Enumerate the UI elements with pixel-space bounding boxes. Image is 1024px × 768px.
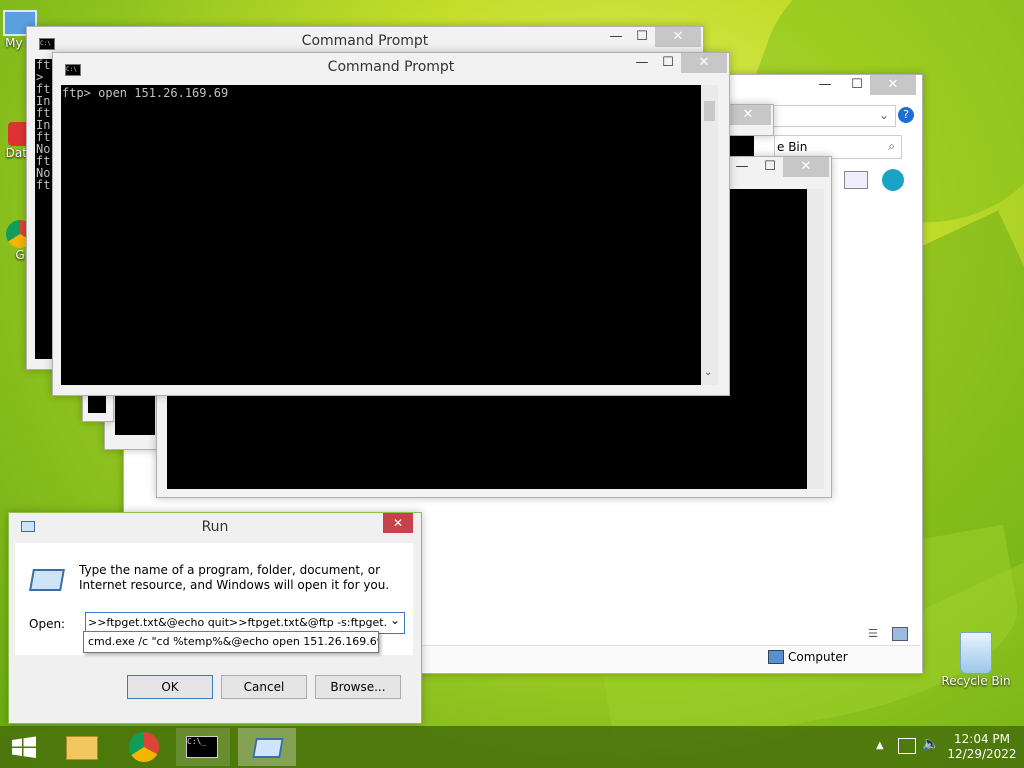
desktop-icon-recycle-bin[interactable]: Recycle Bin	[938, 632, 1014, 688]
open-input-text: >>ftpget.txt&@echo quit>>ftpget.txt&@ftp…	[88, 616, 392, 629]
windows-logo-icon	[12, 736, 36, 758]
address-dropdown[interactable]: ⌄	[764, 105, 896, 127]
mail-icon[interactable]	[844, 171, 868, 189]
recycle-bin-icon	[960, 632, 992, 674]
close-button[interactable]: ✕	[655, 27, 701, 47]
taskbar-chrome[interactable]	[116, 728, 170, 766]
maximize-button[interactable]: ☐	[655, 53, 681, 73]
chevron-down-icon[interactable]: ⌄	[386, 613, 404, 633]
scrollbar-thumb[interactable]	[704, 101, 715, 121]
dialog-description: Type the name of a program, folder, docu…	[79, 563, 390, 592]
taskbar-file-explorer[interactable]	[54, 728, 108, 766]
chrome-icon	[129, 732, 159, 762]
minimize-button[interactable]: —	[629, 53, 655, 73]
clock[interactable]: 12:04 PM 12/29/2022	[944, 732, 1020, 762]
console-scrollbar[interactable]	[807, 189, 824, 489]
run-dialog[interactable]: Run ✕ Type the name of a program, folder…	[8, 512, 422, 724]
taskbar: C:\_ ▲ 🔈 12:04 PM 12/29/2022	[0, 726, 1024, 768]
tooltip-text: cmd.exe /c "cd %temp%&@echo open 151.26.…	[88, 635, 379, 648]
taskbar-run[interactable]	[238, 728, 296, 766]
computer-icon	[768, 650, 784, 664]
dialog-title: Run	[201, 519, 229, 535]
cmd-icon: C:\_	[186, 736, 218, 758]
taskbar-command-prompt[interactable]: C:\_	[176, 728, 230, 766]
maximize-button[interactable]: ☐	[844, 75, 870, 95]
status-text: Computer	[788, 650, 848, 664]
minimize-button[interactable]: —	[812, 75, 838, 95]
console-fragment	[728, 136, 754, 156]
thumbnail-view-icon[interactable]	[892, 627, 908, 641]
minimize-button[interactable]: —	[729, 157, 755, 177]
close-button[interactable]: ✕	[725, 105, 771, 125]
console-area	[88, 395, 106, 413]
close-button[interactable]: ✕	[681, 53, 727, 73]
chevron-down-icon: ⌄	[878, 108, 889, 122]
cancel-button[interactable]: Cancel	[221, 675, 307, 699]
run-program-icon	[29, 569, 65, 591]
command-prompt-front[interactable]: C:\ Command Prompt — ☐ ✕ ftp> open 151.2…	[52, 52, 730, 396]
console-area	[115, 395, 155, 435]
maximize-button[interactable]: ☐	[757, 157, 783, 177]
clock-date: 12/29/2022	[947, 747, 1017, 761]
window-title: Command Prompt	[327, 59, 455, 75]
close-button[interactable]: ✕	[783, 157, 829, 177]
window-title: Command Prompt	[301, 33, 429, 49]
tooltip: cmd.exe /c "cd %temp%&@echo open 151.26.…	[83, 631, 379, 653]
show-hidden-icons-icon[interactable]: ▲	[876, 740, 884, 751]
globe-icon[interactable]	[882, 169, 904, 191]
help-icon[interactable]: ?	[898, 107, 914, 123]
network-icon[interactable]	[898, 738, 916, 754]
search-input-text: e Bin	[777, 140, 808, 154]
browse-button[interactable]: Browse...	[315, 675, 401, 699]
console-line: ftp> open 151.26.169.69	[62, 86, 229, 100]
clock-time: 12:04 PM	[954, 732, 1010, 746]
minimize-button[interactable]: —	[603, 27, 629, 47]
start-button[interactable]	[0, 728, 48, 766]
console-scrollbar[interactable]: ⌄	[701, 85, 718, 385]
console-output[interactable]: ftp> open 151.26.169.69	[61, 85, 701, 385]
desktop-icon-label: Recycle Bin	[941, 674, 1011, 688]
folder-icon	[66, 736, 98, 760]
run-icon	[252, 738, 284, 758]
ok-button[interactable]: OK	[127, 675, 213, 699]
details-view-icon[interactable]: ☰	[868, 627, 884, 640]
chevron-down-icon[interactable]: ⌄	[704, 367, 712, 378]
volume-icon[interactable]: 🔈	[922, 736, 939, 752]
search-icon: ⌕	[888, 139, 895, 153]
close-button[interactable]: ✕	[870, 75, 916, 95]
open-label: Open:	[29, 617, 66, 631]
maximize-button[interactable]: ☐	[629, 27, 655, 47]
close-button[interactable]: ✕	[383, 513, 413, 533]
